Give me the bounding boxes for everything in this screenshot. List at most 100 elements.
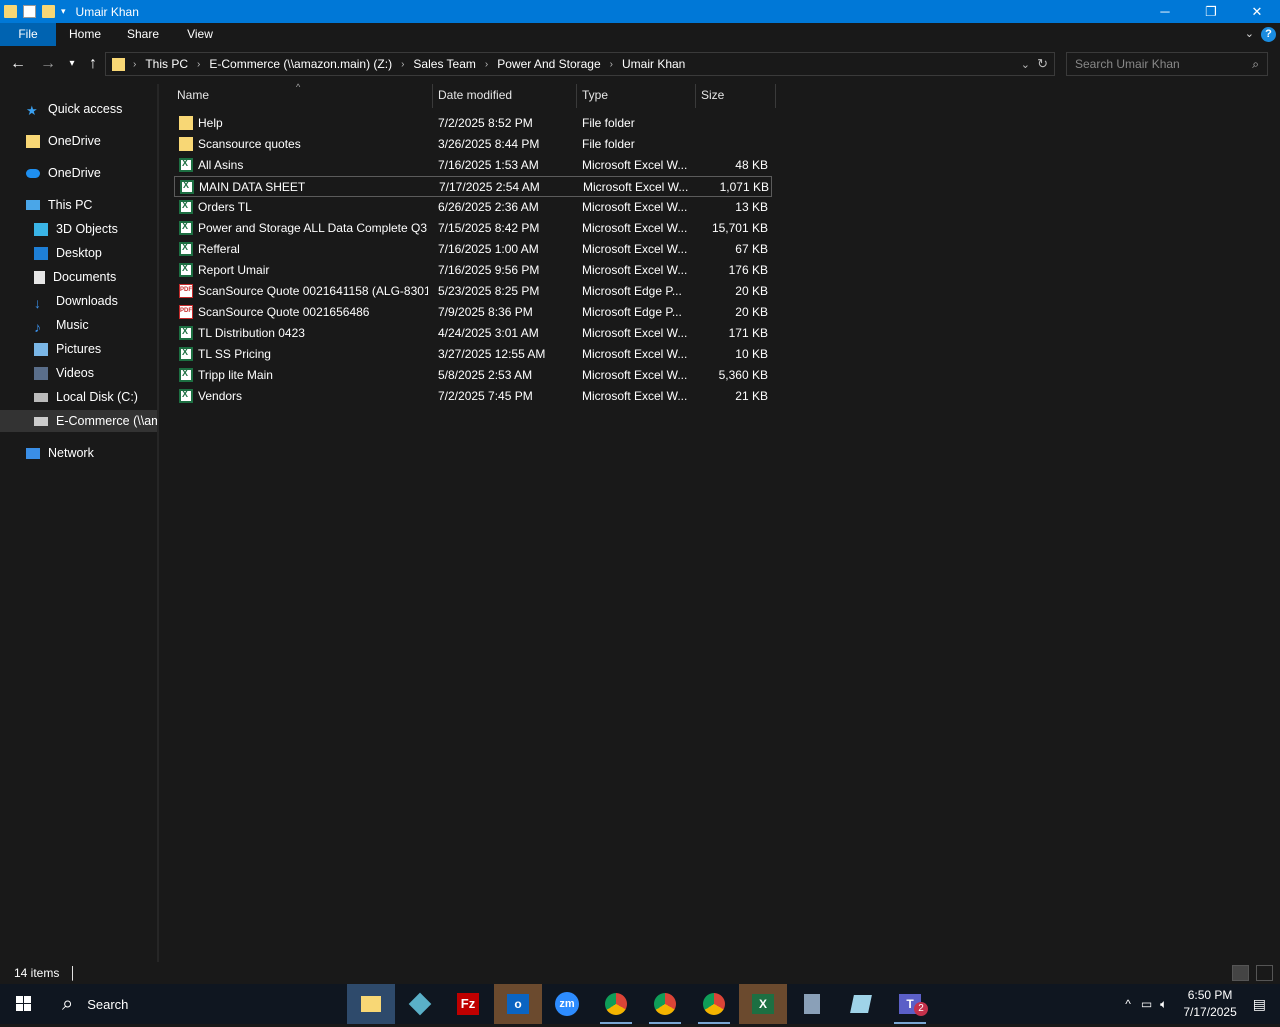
recent-locations-icon[interactable]: ▾ xyxy=(64,50,80,78)
excel-icon: X xyxy=(752,994,774,1014)
sidebar-item-onedrive[interactable]: OneDrive xyxy=(0,162,157,184)
file-name: ScanSource Quote 0021641158 (ALG-8301) xyxy=(198,284,428,298)
notes-icon xyxy=(850,995,872,1013)
tab-view[interactable]: View xyxy=(174,23,226,46)
taskbar-app-diamond[interactable] xyxy=(396,984,444,1024)
folder-icon xyxy=(179,137,193,151)
tab-share[interactable]: Share xyxy=(116,23,170,46)
file-row[interactable]: Help 7/2/2025 8:52 PM File folder xyxy=(174,113,772,134)
taskbar-chrome-1[interactable] xyxy=(592,984,640,1024)
notifications-icon[interactable]: ▤ xyxy=(1253,996,1266,1013)
expand-ribbon-icon[interactable]: ⌄ xyxy=(1245,23,1254,46)
chrome-icon xyxy=(654,993,676,1015)
file-row[interactable]: Power and Storage ALL Data Complete Q3 7/… xyxy=(174,218,772,239)
column-label: Date modified xyxy=(438,88,513,102)
file-row[interactable]: All Asins 7/16/2025 1:53 AM Microsoft Exce… xyxy=(174,155,772,176)
search-input[interactable]: Search Umair Khan ⌕ xyxy=(1066,52,1268,76)
sidebar-item-desktop[interactable]: Desktop xyxy=(0,242,157,264)
details-view-icon[interactable] xyxy=(1232,965,1249,981)
sidebar-item-pictures[interactable]: Pictures xyxy=(0,338,157,360)
file-type: Microsoft Excel W... xyxy=(582,326,688,340)
help-button[interactable]: ? xyxy=(1261,27,1276,42)
taskbar-filezilla[interactable]: Fz xyxy=(444,984,492,1024)
sidebar-item-local-disk[interactable]: Local Disk (C:) xyxy=(0,386,157,408)
document-icon xyxy=(34,270,45,284)
taskbar-zoom[interactable]: zm xyxy=(543,984,591,1024)
breadcrumb-this-pc[interactable]: This PC xyxy=(145,57,188,71)
clock[interactable]: 6:50 PM 7/17/2025 xyxy=(1183,987,1236,1021)
sort-ascending-icon: ^ xyxy=(296,82,301,92)
file-row[interactable]: ScanSource Quote 0021641158 (ALG-8301) 5/… xyxy=(174,281,772,302)
properties-icon[interactable] xyxy=(23,5,36,18)
chevron-up-icon[interactable]: ^ xyxy=(1125,997,1131,1011)
excel-file-icon xyxy=(179,221,193,235)
taskbar-teams[interactable]: T 2 xyxy=(886,984,934,1024)
breadcrumb-current[interactable]: Umair Khan xyxy=(622,57,685,71)
volume-icon[interactable]: 🔈︎ xyxy=(1160,997,1167,1012)
chevron-down-icon[interactable]: ▾ xyxy=(61,6,66,17)
excel-file-icon xyxy=(179,389,193,403)
taskbar-chrome-3[interactable] xyxy=(690,984,738,1024)
taskbar-search[interactable]: ⌕ Search xyxy=(50,984,345,1024)
chevron-down-icon[interactable]: ⌄ xyxy=(1021,58,1030,71)
network-icon xyxy=(26,447,40,459)
taskbar-notes[interactable] xyxy=(837,984,885,1024)
column-header-name[interactable]: Name ^ xyxy=(172,82,433,108)
file-row[interactable]: Refferal 7/16/2025 1:00 AM Microsoft Excel… xyxy=(174,239,772,260)
column-header-type[interactable]: Type xyxy=(577,84,696,108)
videos-icon xyxy=(34,366,48,380)
sidebar-item-3d-objects[interactable]: 3D Objects xyxy=(0,218,157,240)
file-row[interactable]: Vendors 7/2/2025 7:45 PM Microsoft Excel W… xyxy=(174,386,772,407)
file-row[interactable]: Report Umair 7/16/2025 9:56 PM Microsoft E… xyxy=(174,260,772,281)
file-row[interactable]: Orders TL 6/26/2025 2:36 AM Microsoft Exce… xyxy=(174,197,772,218)
column-header-date[interactable]: Date modified xyxy=(433,84,577,108)
file-size xyxy=(694,113,768,134)
sidebar-item-videos[interactable]: Videos xyxy=(0,362,157,384)
start-button[interactable] xyxy=(0,984,48,1024)
sidebar-item-this-pc[interactable]: This PC xyxy=(0,194,157,216)
sidebar-item-onedrive-folder[interactable]: OneDrive xyxy=(0,130,157,152)
chevron-right-icon: › xyxy=(609,58,613,70)
file-row[interactable]: TL Distribution 0423 4/24/2025 3:01 AM Mic… xyxy=(174,323,772,344)
network-status-icon[interactable]: ▭ xyxy=(1141,997,1152,1011)
sidebar-item-network[interactable]: Network xyxy=(0,442,157,464)
file-size: 20 KB xyxy=(735,305,768,319)
breadcrumb-drive[interactable]: E-Commerce (\\amazon.main) (Z:) xyxy=(209,57,392,71)
tab-file[interactable]: File xyxy=(0,23,56,46)
up-arrow-icon[interactable]: ↑ xyxy=(82,50,104,78)
sidebar-item-network-drive[interactable]: E-Commerce (\\am xyxy=(0,410,157,432)
sidebar-item-documents[interactable]: Documents xyxy=(0,266,157,288)
file-row[interactable]: MAIN DATA SHEET 7/17/2025 2:54 AM Microsof… xyxy=(174,176,772,197)
taskbar-calculator[interactable] xyxy=(788,984,836,1024)
file-type: Microsoft Excel W... xyxy=(582,368,688,382)
file-row[interactable]: TL SS Pricing 3/27/2025 12:55 AM Microsoft… xyxy=(174,344,772,365)
address-bar[interactable]: › This PC › E-Commerce (\\amazon.main) (… xyxy=(105,52,1055,76)
breadcrumb-power-and-storage[interactable]: Power And Storage xyxy=(497,57,600,71)
sidebar-item-downloads[interactable]: ↓ Downloads xyxy=(0,290,157,312)
column-header-size[interactable]: Size xyxy=(696,84,776,108)
pane-divider[interactable] xyxy=(157,84,159,962)
taskbar-chrome-2[interactable] xyxy=(641,984,689,1024)
breadcrumb-sales-team[interactable]: Sales Team xyxy=(413,57,475,71)
file-size: 1,071 KB xyxy=(719,180,769,194)
file-row[interactable]: ScanSource Quote 0021656486 7/9/2025 8:36… xyxy=(174,302,772,323)
forward-arrow-icon[interactable]: → xyxy=(36,50,60,78)
sidebar-item-quick-access[interactable]: ★ Quick access xyxy=(0,98,157,120)
back-arrow-icon[interactable]: ← xyxy=(6,50,30,78)
maximize-button[interactable]: ❐ xyxy=(1188,0,1234,23)
new-folder-icon[interactable] xyxy=(42,5,55,18)
file-name: TL Distribution 0423 xyxy=(198,326,305,340)
file-row[interactable]: Scansource quotes 3/26/2025 8:44 PM File f… xyxy=(174,134,772,155)
taskbar-file-explorer[interactable] xyxy=(347,984,395,1024)
taskbar-excel[interactable]: X xyxy=(739,984,787,1024)
folder-icon xyxy=(4,5,17,18)
refresh-icon[interactable]: ↻ xyxy=(1037,56,1048,72)
large-icons-view-icon[interactable] xyxy=(1256,965,1273,981)
close-button[interactable]: ✕ xyxy=(1234,0,1280,23)
window-title: Umair Khan xyxy=(75,4,139,19)
tab-home[interactable]: Home xyxy=(58,23,112,46)
minimize-button[interactable]: ─ xyxy=(1142,0,1188,23)
file-row[interactable]: Tripp lite Main 5/8/2025 2:53 AM Microsoft… xyxy=(174,365,772,386)
taskbar-outlook[interactable]: o xyxy=(494,984,542,1024)
sidebar-item-music[interactable]: ♪ Music xyxy=(0,314,157,336)
